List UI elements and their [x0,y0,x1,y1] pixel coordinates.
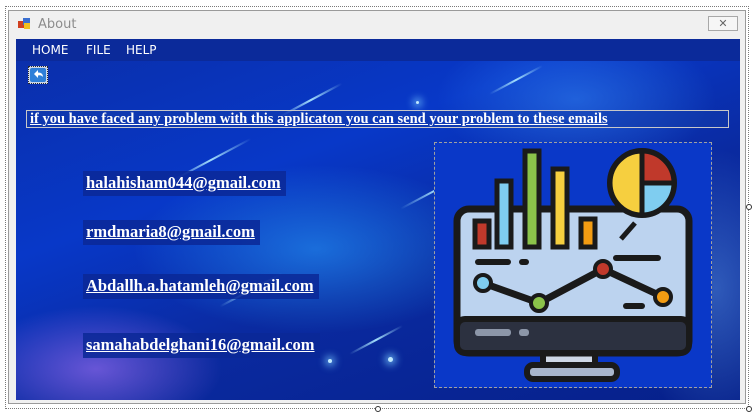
analytics-monitor-icon [453,148,693,382]
close-icon: ✕ [718,18,728,30]
close-button[interactable]: ✕ [708,16,738,31]
back-button[interactable] [28,66,48,84]
resize-handle-right[interactable] [746,204,752,210]
email-link-1[interactable]: halahisham044@gmail.com [83,171,286,196]
email-link-4[interactable]: samahabdelghani16@gmail.com [83,333,320,358]
light-dot [328,359,332,363]
help-info-label: if you have faced any problem with this … [26,110,729,128]
menu-help[interactable]: HELP [126,43,157,57]
menu-bar: HOME FILE HELP [16,39,740,61]
light-streak [489,65,543,95]
email-link-3[interactable]: Abdallh.a.hatamleh@gmail.com [83,274,319,299]
menu-home[interactable]: HOME [32,43,68,57]
menu-file[interactable]: FILE [86,43,111,57]
form-client-area: HOME FILE HELP if you have faced any pro… [16,39,740,400]
light-dot [416,101,419,104]
about-window: About ✕ HOME FILE HELP if you have faced… [8,10,746,404]
resize-handle-corner[interactable] [746,406,752,412]
back-arrow-icon [30,68,46,82]
window-title: About [38,17,77,32]
title-bar: About ✕ [9,11,745,37]
email-link-2[interactable]: rmdmaria8@gmail.com [83,220,260,245]
app-icon [18,18,30,29]
light-dot [388,357,393,362]
light-streak [349,325,403,355]
resize-handle-bottom[interactable] [375,406,381,412]
analytics-picture-box [434,142,712,388]
